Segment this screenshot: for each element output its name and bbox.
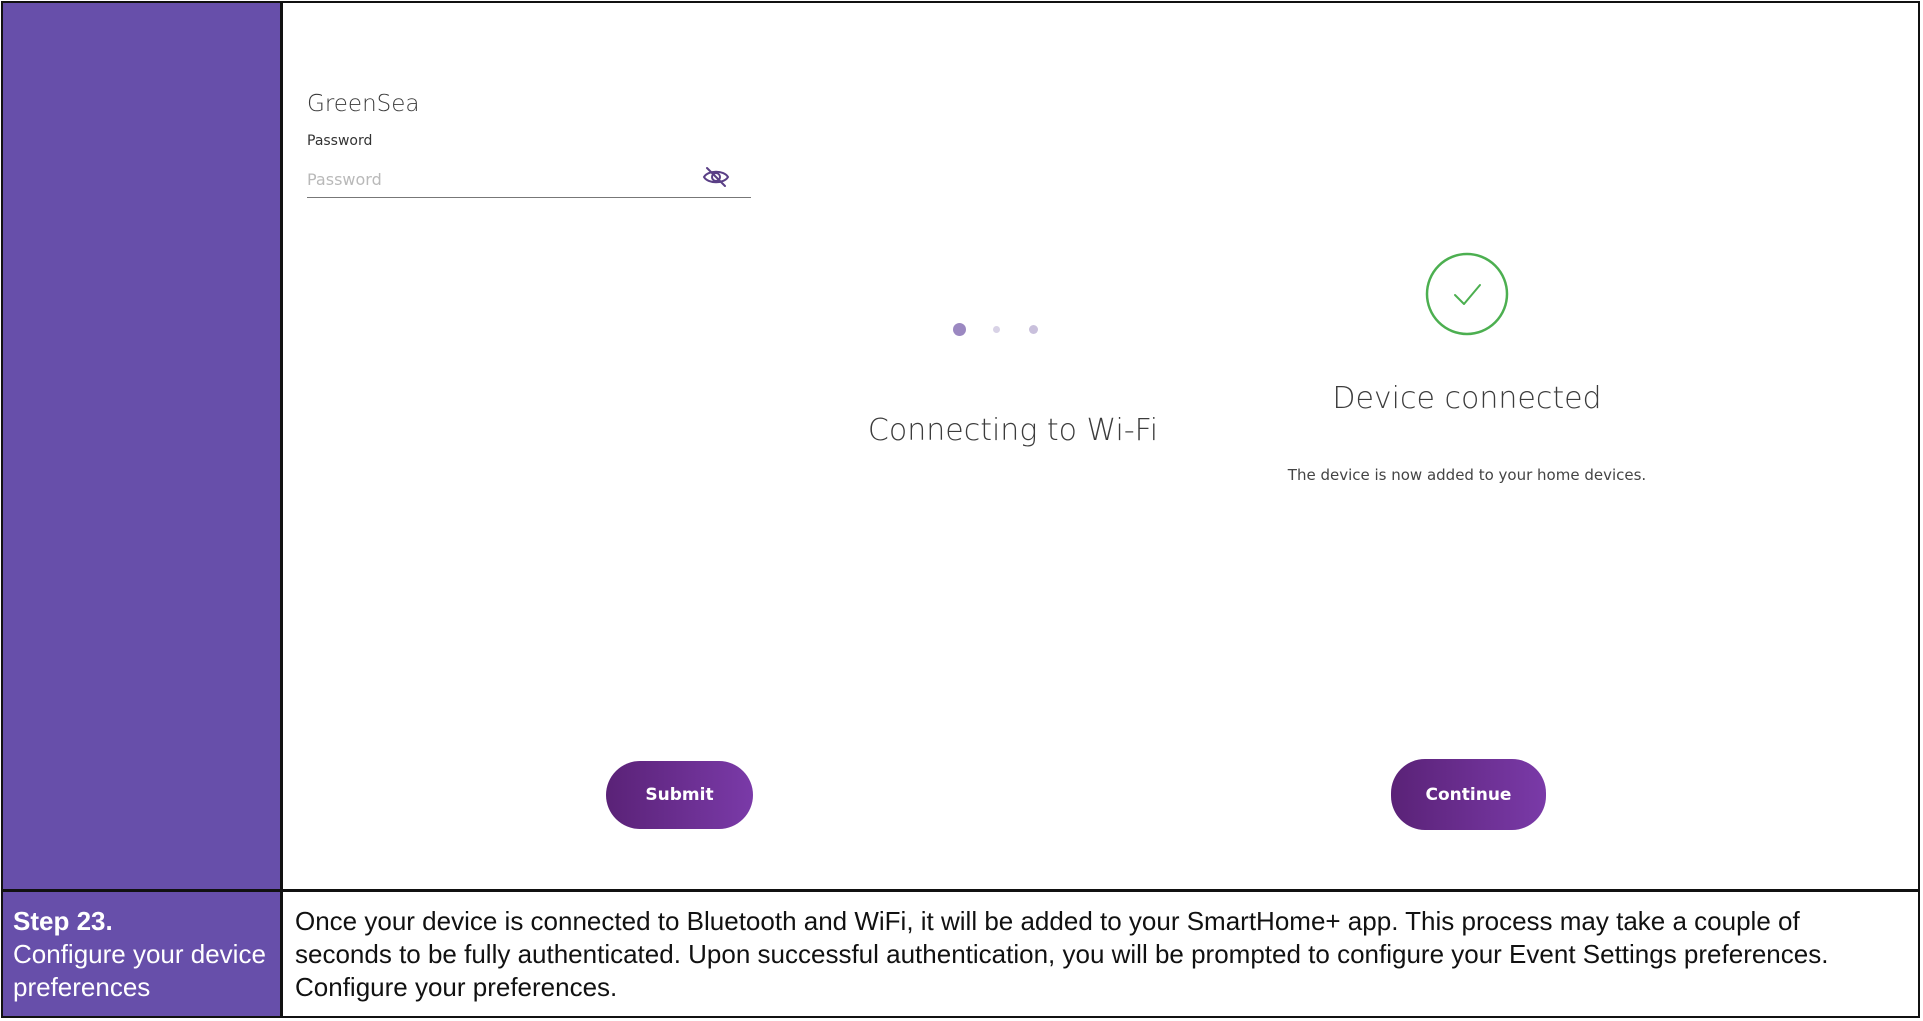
loading-dot <box>993 326 1000 333</box>
eye-slash-icon[interactable] <box>701 165 731 189</box>
password-input[interactable] <box>307 161 751 198</box>
loading-dots <box>953 321 1073 336</box>
loading-dot <box>953 323 966 336</box>
network-name: GreenSea <box>307 91 420 117</box>
step-description: Once your device is connected to Bluetoo… <box>295 906 1829 1002</box>
password-label: Password <box>307 133 373 149</box>
connecting-status: Connecting to Wi-Fi <box>867 413 1159 448</box>
check-circle-icon <box>1424 251 1510 337</box>
step-cell: Step 23. Configure your device preferenc… <box>13 905 275 1004</box>
submit-button[interactable]: Submit <box>606 761 753 829</box>
step-title: Configure your device preferences <box>13 939 266 1002</box>
step-number: Step 23. <box>13 906 113 936</box>
row-divider <box>3 889 1918 892</box>
instruction-table: GreenSea Password Connecting to Wi-Fi De… <box>1 1 1920 1018</box>
app-screenshot: GreenSea Password Connecting to Wi-Fi De… <box>285 3 1918 888</box>
step-column <box>3 3 280 1016</box>
page: GreenSea Password Connecting to Wi-Fi De… <box>0 0 1923 1021</box>
loading-dot <box>1029 325 1038 334</box>
device-connected-title: Device connected <box>1332 381 1602 416</box>
column-divider <box>280 3 283 1016</box>
device-connected-message: The device is now added to your home dev… <box>1287 466 1647 484</box>
continue-button[interactable]: Continue <box>1391 759 1546 830</box>
